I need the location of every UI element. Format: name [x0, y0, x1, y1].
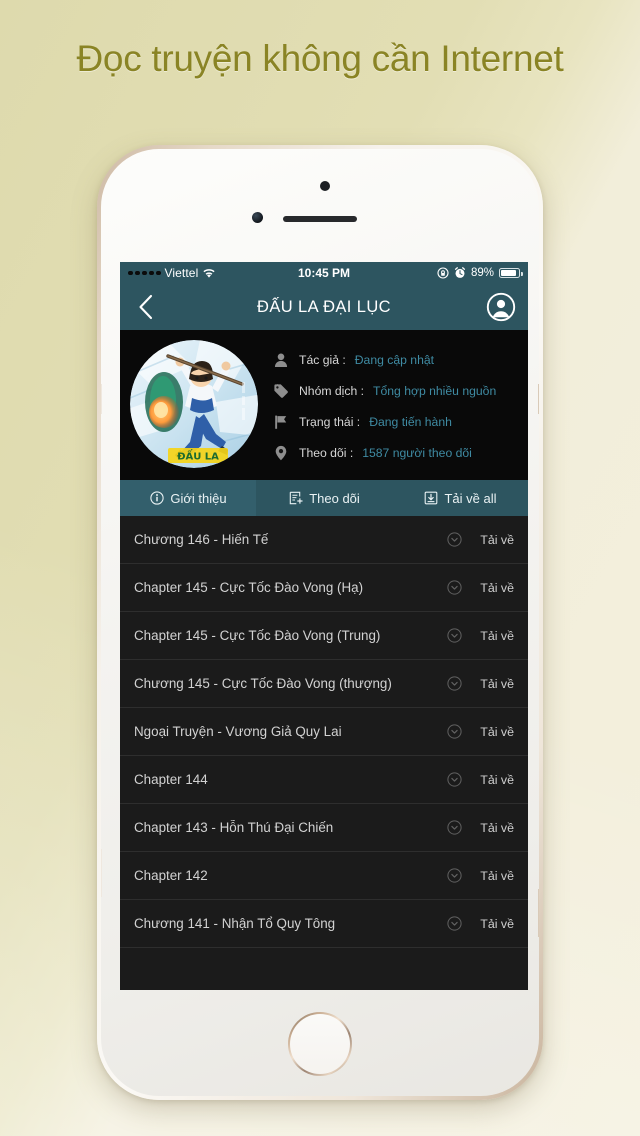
chapter-row[interactable]: Ngoại Truyện - Vương Giả Quy Lai Tải về — [120, 708, 528, 756]
info-row-author: Tác giả : Đang cập nhật — [272, 351, 518, 369]
home-button[interactable] — [288, 1012, 352, 1076]
chapter-title: Chapter 142 — [134, 868, 208, 883]
user-circle-icon[interactable] — [486, 292, 516, 322]
status-bar: Viettel 10:45 PM 89% — [120, 262, 528, 284]
download-circle-icon[interactable] — [447, 724, 462, 739]
back-button[interactable] — [132, 294, 158, 320]
chapter-title: Chapter 145 - Cực Tốc Đào Vong (Trung) — [134, 628, 381, 643]
download-circle-icon[interactable] — [447, 916, 462, 931]
download-circle-icon[interactable] — [447, 772, 462, 787]
chapter-title: Chapter 145 - Cực Tốc Đào Vong (Hạ) — [134, 580, 364, 595]
chapter-row[interactable]: Chương 145 - Cực Tốc Đào Vong (thượng) Tả… — [120, 660, 528, 708]
chapter-title: Chương 141 - Nhận Tổ Quy Tông — [134, 916, 336, 931]
tab-gioi-thieu[interactable]: Giới thiệu — [120, 480, 256, 516]
download-label[interactable]: Tải về — [470, 629, 514, 643]
chapter-title: Chapter 144 — [134, 772, 208, 787]
info-row-translator: Nhóm dịch : Tổng hợp nhiều nguồn — [272, 382, 518, 400]
chapter-row[interactable]: Chapter 145 - Cực Tốc Đào Vong (Hạ) Tải v… — [120, 564, 528, 612]
download-circle-icon[interactable] — [447, 820, 462, 835]
download-label[interactable]: Tải về — [470, 677, 514, 691]
tab-tai-ve-all[interactable]: Tải về all — [392, 480, 528, 516]
tab-label: Giới thiệu — [170, 490, 227, 506]
info-rows: Tác giả : Đang cập nhật Nhóm dịch : Tổng… — [268, 340, 518, 472]
promo-headline: Đọc truyện không cần Internet — [76, 38, 564, 79]
chapter-title: Ngoại Truyện - Vương Giả Quy Lai — [134, 724, 342, 739]
add-to-list-icon — [288, 491, 303, 506]
info-circle-icon — [149, 491, 164, 506]
proximity-sensor — [320, 181, 330, 191]
download-label[interactable]: Tải về — [470, 581, 514, 595]
location-icon — [272, 444, 290, 462]
person-icon — [272, 351, 290, 369]
chapter-row[interactable]: Chapter 145 - Cực Tốc Đào Vong (Trung) Tả… — [120, 612, 528, 660]
status-bar-right: 89% — [437, 267, 523, 279]
download-circle-icon[interactable] — [447, 628, 462, 643]
tab-bar: Giới thiệu Theo dõi Tải về all — [120, 480, 528, 516]
tab-label: Theo dõi — [309, 490, 360, 506]
battery-percent-label: 89% — [470, 267, 494, 279]
phone-screen: Viettel 10:45 PM 89% ĐẤU LA ĐẠI LỤC ĐẤU … — [120, 262, 528, 990]
info-value[interactable]: 1587 người theo dõi — [362, 446, 472, 460]
tab-theo-doi[interactable]: Theo dõi — [256, 480, 392, 516]
volume-up-button — [101, 849, 102, 897]
info-value[interactable]: Đang tiến hành — [369, 415, 452, 429]
flag-icon — [272, 413, 290, 431]
chapter-row[interactable]: Chương 146 - Hiến Tế Tải về — [120, 516, 528, 564]
chapter-title: Chapter 143 - Hỗn Thú Đại Chiến — [134, 820, 334, 835]
download-circle-icon[interactable] — [447, 868, 462, 883]
download-circle-icon[interactable] — [447, 580, 462, 595]
download-label[interactable]: Tải về — [470, 773, 514, 787]
download-label[interactable]: Tải về — [470, 917, 514, 931]
front-camera-icon — [252, 212, 263, 223]
chapter-row[interactable] — [120, 948, 528, 990]
download-circle-icon[interactable] — [447, 532, 462, 547]
download-circle-icon[interactable] — [447, 676, 462, 691]
info-label: Trạng thái : — [299, 414, 361, 429]
info-label: Tác giả : — [299, 352, 346, 367]
info-row-status: Trạng thái : Đang tiến hành — [272, 413, 518, 431]
cover-art: ĐẤU LA — [130, 340, 258, 468]
download-label[interactable]: Tải về — [470, 725, 514, 739]
download-label[interactable]: Tải về — [470, 821, 514, 835]
navigation-bar: ĐẤU LA ĐẠI LỤC — [120, 284, 528, 330]
page-title: ĐẤU LA ĐẠI LỤC — [257, 297, 391, 316]
chapter-row[interactable]: Chương 141 - Nhận Tổ Quy Tông Tải về — [120, 900, 528, 948]
chapter-list[interactable]: Chương 146 - Hiến Tế Tải về Chapter 145 - … — [120, 516, 528, 990]
chapter-title: Chương 146 - Hiến Tế — [134, 532, 269, 547]
alarm-clock-icon — [454, 267, 466, 279]
download-label[interactable]: Tải về — [470, 869, 514, 883]
info-value[interactable]: Đang cập nhật — [355, 353, 434, 367]
download-label[interactable]: Tải về — [470, 533, 514, 547]
battery-icon — [499, 268, 523, 278]
phone-body: Viettel 10:45 PM 89% ĐẤU LA ĐẠI LỤC ĐẤU … — [101, 149, 539, 1096]
chapter-row[interactable]: Chapter 144 Tải về — [120, 756, 528, 804]
series-info-panel: ĐẤU LA Tác giả: Đang cập nhật Nhóm dịch… — [120, 330, 528, 480]
chapter-row[interactable]: Chapter 143 - Hỗn Thú Đại Chiến Tải về — [120, 804, 528, 852]
chapter-row[interactable]: Chapter 142 Tải về — [120, 852, 528, 900]
chapter-title: Chương 145 - Cực Tốc Đào Vong (thượng) — [134, 676, 392, 691]
info-row-followers: Theo dõi : 1587 người theo dõi — [272, 444, 518, 462]
silent-switch — [101, 384, 102, 414]
power-button — [538, 384, 539, 414]
cover-thumbnail[interactable]: ĐẤU LA — [130, 340, 258, 468]
info-label: Theo dõi : — [299, 445, 354, 460]
volume-down-button — [538, 889, 539, 937]
phone-device-frame: Viettel 10:45 PM 89% ĐẤU LA ĐẠI LỤC ĐẤU … — [97, 145, 543, 1100]
tab-label: Tải về all — [444, 490, 497, 506]
info-label: Nhóm dịch : — [299, 383, 365, 398]
earpiece-speaker — [283, 216, 357, 222]
download-box-icon — [423, 491, 438, 506]
tag-icon — [272, 382, 290, 400]
info-value[interactable]: Tổng hợp nhiều nguồn — [373, 384, 496, 398]
rotation-lock-icon — [437, 267, 449, 279]
